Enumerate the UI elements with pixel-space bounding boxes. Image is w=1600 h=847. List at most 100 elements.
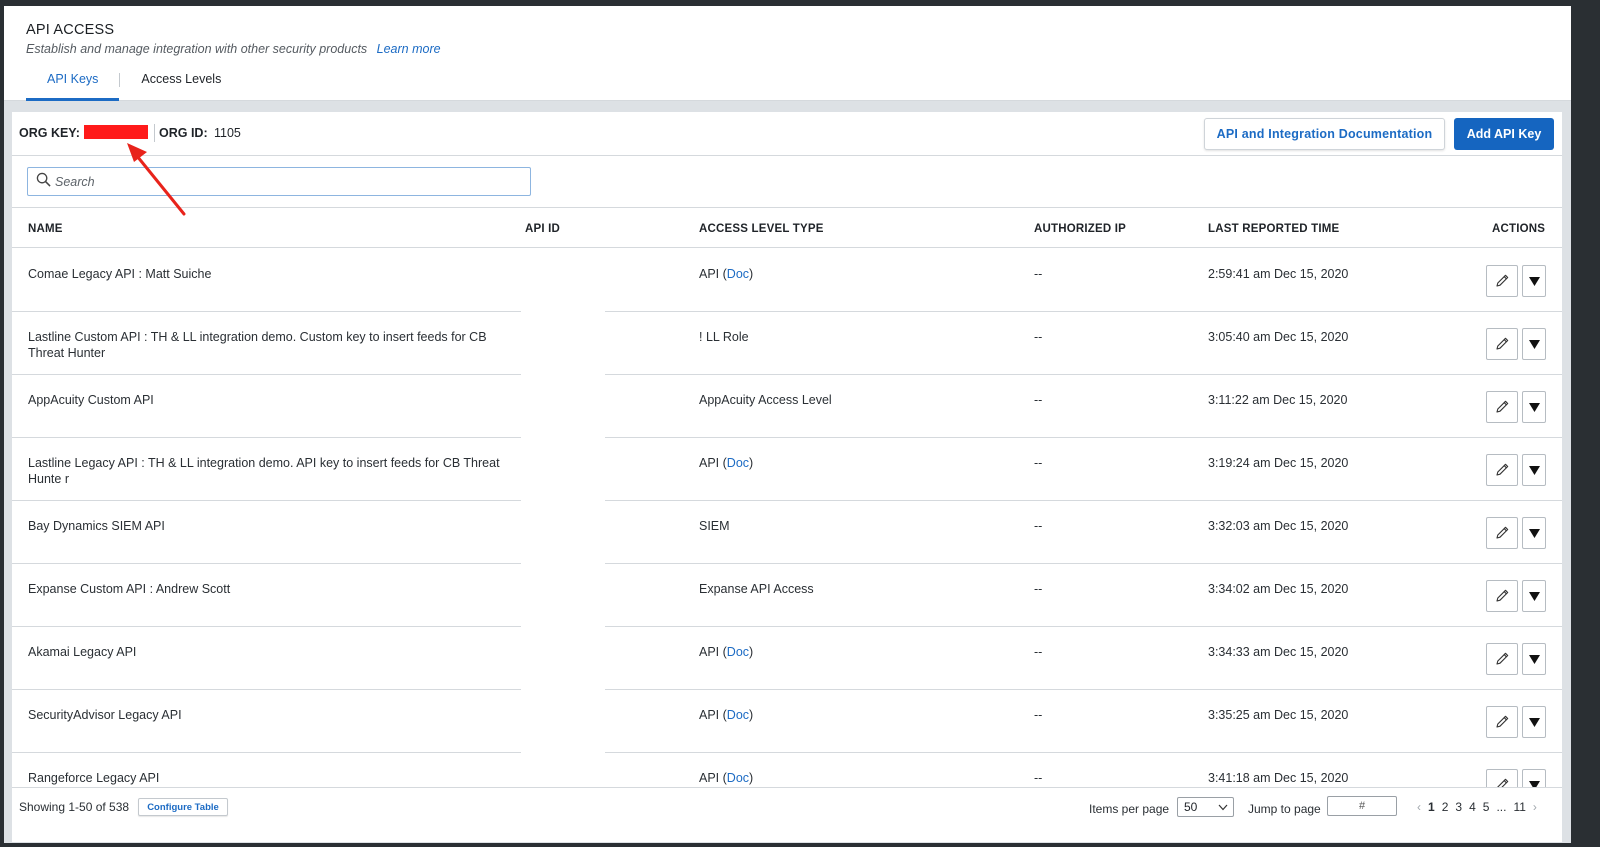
org-key-label: ORG KEY: [19,126,80,140]
row-actions-dropdown[interactable] [1522,391,1546,423]
table-row[interactable]: Lastline Custom API : TH & LL integratio… [12,311,1562,375]
edit-button[interactable] [1486,643,1518,675]
last-reported-time: 3:11:22 am Dec 15, 2020 [1208,393,1348,407]
table-row[interactable]: AppAcuity Custom API AppAcuity Access Le… [12,374,1562,438]
column-header-api-id[interactable]: API ID [525,223,560,235]
add-api-key-button[interactable]: Add API Key [1454,118,1554,150]
table-row[interactable]: Lastline Legacy API : TH & LL integratio… [12,437,1562,501]
doc-link[interactable]: Doc [727,267,749,281]
doc-link[interactable]: Doc [727,771,749,785]
last-reported-time: 3:19:24 am Dec 15, 2020 [1208,456,1349,470]
api-key-name: Lastline Legacy API : TH & LL integratio… [28,456,500,486]
org-divider [154,124,155,142]
row-actions-dropdown[interactable] [1522,454,1546,486]
api-id-redacted [521,689,605,752]
caret-down-icon [1528,528,1540,538]
search-input[interactable] [55,174,515,189]
row-actions-dropdown[interactable] [1522,580,1546,612]
access-level-type: API (Doc) [699,707,753,723]
last-reported-time: 3:32:03 am Dec 15, 2020 [1208,519,1349,533]
table-body: Comae Legacy API : Matt Suiche API (Doc)… [12,249,1562,787]
page-4[interactable]: 4 [1469,800,1476,814]
tab-api-keys[interactable]: API Keys [26,64,120,101]
column-header-authorized-ip[interactable]: AUTHORIZED IP [1034,223,1126,235]
jump-to-page-input[interactable] [1327,796,1397,816]
page-2[interactable]: 2 [1442,800,1449,814]
doc-link[interactable]: Doc [727,645,749,659]
doc-link[interactable]: Doc [727,456,749,470]
access-level-text: Expanse API Access [699,582,814,596]
pencil-icon [1496,589,1509,602]
edit-button[interactable] [1486,391,1518,423]
items-per-page-value: 50 [1184,800,1198,814]
row-actions-dropdown[interactable] [1522,706,1546,738]
authorized-ip: -- [1034,519,1043,533]
table-row[interactable]: Bay Dynamics SIEM API SIEM -- 3:32:03 am… [12,500,1562,564]
table-row[interactable]: Expanse Custom API : Andrew Scott Expans… [12,563,1562,627]
edit-button[interactable] [1486,517,1518,549]
row-actions-dropdown[interactable] [1522,643,1546,675]
chevron-down-icon [1218,804,1228,811]
access-level-type: API (Doc) [699,770,753,786]
access-level-type: AppAcuity Access Level [699,392,832,408]
edit-button[interactable] [1486,265,1518,297]
access-level-type: API (Doc) [699,644,753,660]
row-actions-dropdown[interactable] [1522,517,1546,549]
edit-button[interactable] [1486,328,1518,360]
api-key-name: Expanse Custom API : Andrew Scott [28,582,231,596]
items-per-page-label: Items per page [1089,802,1170,816]
authorized-ip: -- [1034,582,1043,596]
api-keys-panel: ORG KEY: ORG ID: 1105 API and Integratio… [12,112,1562,842]
configure-table-button[interactable]: Configure Table [138,798,228,816]
learn-more-link[interactable]: Learn more [377,42,441,56]
search-box[interactable] [27,167,531,196]
row-actions-dropdown[interactable] [1522,265,1546,297]
row-actions-dropdown[interactable] [1522,769,1546,787]
app-window: API ACCESS Establish and manage integrat… [4,6,1571,843]
api-key-name: Comae Legacy API : Matt Suiche [28,267,212,281]
access-level-type: ! LL Role [699,329,749,345]
access-level-text: AppAcuity Access Level [699,393,832,407]
api-documentation-button[interactable]: API and Integration Documentation [1204,118,1445,150]
page-5[interactable]: 5 [1483,800,1490,814]
edit-button[interactable] [1486,580,1518,612]
doc-link[interactable]: Doc [727,708,749,722]
org-key-redacted [84,125,148,139]
table-row[interactable]: SecurityAdvisor Legacy API API (Doc) -- … [12,689,1562,753]
api-id-redacted [521,626,605,689]
edit-button[interactable] [1486,769,1518,787]
row-actions-dropdown[interactable] [1522,328,1546,360]
table-header: NAME API ID ACCESS LEVEL TYPE AUTHORIZED… [12,208,1562,248]
chevron-right-icon[interactable]: › [1533,800,1537,814]
pencil-icon [1496,337,1509,350]
access-level-prefix: API ( [699,267,727,281]
caret-down-icon [1528,591,1540,601]
items-per-page-select[interactable]: 50 [1177,797,1234,817]
last-reported-time: 3:34:33 am Dec 15, 2020 [1208,645,1349,659]
tab-access-levels[interactable]: Access Levels [120,64,242,101]
column-header-actions: ACTIONS [1492,223,1546,235]
chevron-left-icon[interactable]: ‹ [1417,800,1421,814]
org-id-label: ORG ID: [159,126,208,140]
page-1[interactable]: 1 [1428,800,1435,814]
api-key-name: Rangeforce Legacy API [28,771,160,785]
table-row[interactable]: Rangeforce Legacy API API (Doc) -- 3:41:… [12,752,1562,787]
table-row[interactable]: Comae Legacy API : Matt Suiche API (Doc)… [12,249,1562,312]
pencil-icon [1496,463,1509,476]
table-row[interactable]: Akamai Legacy API API (Doc) -- 3:34:33 a… [12,626,1562,690]
column-header-access-level-type[interactable]: ACCESS LEVEL TYPE [699,223,824,235]
access-level-suffix: ) [749,645,754,659]
pencil-icon [1496,400,1509,413]
column-header-last-reported-time[interactable]: LAST REPORTED TIME [1208,223,1339,235]
page-3[interactable]: 3 [1455,800,1462,814]
api-id-redacted [521,437,605,500]
pencil-icon [1496,274,1509,287]
column-header-name[interactable]: NAME [28,223,63,235]
showing-count: Showing 1-50 of 538 [19,800,130,814]
page-11[interactable]: 11 [1513,800,1525,814]
access-level-suffix: ) [749,456,754,470]
edit-button[interactable] [1486,454,1518,486]
edit-button[interactable] [1486,706,1518,738]
api-key-name: AppAcuity Custom API [28,393,154,407]
access-level-type: Expanse API Access [699,581,814,597]
